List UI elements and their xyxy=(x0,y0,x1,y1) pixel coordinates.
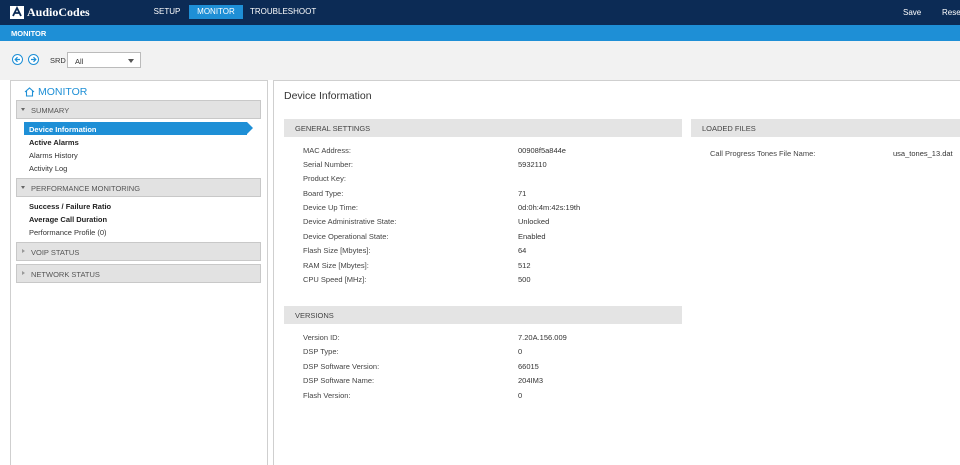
sidebar-item-alarms-history[interactable]: Alarms History xyxy=(29,151,78,160)
sidebar-group-voip-status[interactable]: VOIP STATUS xyxy=(16,242,261,261)
loaded-files-header: LOADED FILES xyxy=(691,119,960,137)
expanded-triangle-icon xyxy=(21,186,25,189)
field-value: 7.20A.156.009 xyxy=(518,333,567,342)
field-value: 512 xyxy=(518,261,531,270)
field-value: 0d:0h:4m:42s:19th xyxy=(518,203,581,212)
field-label: CPU Speed [MHz]: xyxy=(303,275,367,284)
arrow-right-icon xyxy=(31,56,37,63)
section-title: GENERAL SETTINGS xyxy=(295,124,371,133)
sidebar-group-summary[interactable]: SUMMARY xyxy=(16,100,261,119)
expanded-triangle-icon xyxy=(21,108,25,111)
field-label: Product Key: xyxy=(303,174,346,183)
sidebar-item-device-information[interactable]: Device Information xyxy=(24,122,253,135)
sidebar-item-success-failure-ratio[interactable]: Success / Failure Ratio xyxy=(29,202,111,211)
audiocodes-logo: AudioCodes xyxy=(10,5,90,20)
sidebar-item-activity-log[interactable]: Activity Log xyxy=(29,164,67,173)
collapsed-triangle-icon xyxy=(22,271,25,275)
tab-setup[interactable]: SETUP xyxy=(148,5,186,19)
brand-name: AudioCodes xyxy=(27,5,90,19)
srd-label: SRD xyxy=(50,56,66,65)
versions-header: VERSIONS xyxy=(284,306,682,324)
collapsed-triangle-icon xyxy=(22,249,25,253)
field-value: 500 xyxy=(518,275,531,284)
tab-troubleshoot[interactable]: TROUBLESHOOT xyxy=(250,5,316,19)
sidebar-item-performance-profile[interactable]: Performance Profile (0) xyxy=(29,228,107,237)
sidebar-group-label: NETWORK STATUS xyxy=(31,269,100,279)
save-button[interactable]: Save xyxy=(903,8,921,17)
field-value: usa_tones_13.dat xyxy=(893,149,953,158)
sidebar-item-average-call-duration[interactable]: Average Call Duration xyxy=(29,215,107,224)
field-value: Enabled xyxy=(518,232,546,241)
section-title: VERSIONS xyxy=(295,311,334,320)
page-title: Device Information xyxy=(284,90,372,102)
field-value: 5932110 xyxy=(518,160,547,169)
main-content-panel xyxy=(273,80,960,465)
field-label: Flash Version: xyxy=(303,391,351,400)
arrow-left-icon xyxy=(14,56,20,63)
subheader-bar: MONITOR xyxy=(0,25,960,41)
reset-button[interactable]: Reset xyxy=(942,8,960,17)
back-button[interactable] xyxy=(12,54,23,65)
sidebar-group-network-status[interactable]: NETWORK STATUS xyxy=(16,264,261,283)
sidebar-group-performance-monitoring[interactable]: PERFORMANCE MONITORING xyxy=(16,178,261,197)
field-value: 71 xyxy=(518,189,527,198)
field-value: 00908f5a844e xyxy=(518,146,566,155)
field-value: 0 xyxy=(518,391,523,400)
toolbar xyxy=(0,41,960,80)
tab-monitor[interactable]: MONITOR xyxy=(189,5,243,19)
sidebar-title[interactable]: MONITOR xyxy=(24,85,87,99)
sidebar-group-label: VOIP STATUS xyxy=(31,247,80,257)
sidebar-group-label: SUMMARY xyxy=(31,105,70,115)
home-icon xyxy=(24,87,35,97)
sidebar-group-label: PERFORMANCE MONITORING xyxy=(31,183,141,193)
field-label: RAM Size [Mbytes]: xyxy=(303,261,369,270)
field-label: Device Up Time: xyxy=(303,203,359,212)
field-label: Call Progress Tones File Name: xyxy=(710,149,816,158)
top-navigation-bar xyxy=(0,0,960,25)
field-value: Unlocked xyxy=(518,217,550,226)
field-value: 204IM3 xyxy=(518,376,544,385)
field-label: Device Administrative State: xyxy=(303,217,397,226)
field-label: Device Operational State: xyxy=(303,232,389,241)
audiocodes-logo-icon xyxy=(10,6,24,19)
sidebar-title-label: MONITOR xyxy=(38,86,88,98)
field-label: Flash Size [Mbytes]: xyxy=(303,246,371,255)
field-value: 64 xyxy=(518,246,527,255)
forward-button[interactable] xyxy=(28,54,39,65)
chevron-down-icon xyxy=(128,59,134,63)
field-value: 0 xyxy=(518,347,523,356)
sidebar-item-active-alarms[interactable]: Active Alarms xyxy=(29,138,79,147)
subheader-title: MONITOR xyxy=(11,29,47,38)
general-settings-header: GENERAL SETTINGS xyxy=(284,119,682,137)
srd-selected-value: All xyxy=(75,56,84,66)
field-label: Version ID: xyxy=(303,333,340,342)
field-label: Board Type: xyxy=(303,189,344,198)
field-label: MAC Address: xyxy=(303,146,351,155)
srd-dropdown[interactable]: All xyxy=(67,52,141,68)
field-label: DSP Software Version: xyxy=(303,362,380,371)
sidebar-item-label: Device Information xyxy=(29,124,97,134)
field-label: DSP Software Name: xyxy=(303,376,375,385)
field-value: 66015 xyxy=(518,362,539,371)
field-label: DSP Type: xyxy=(303,347,339,356)
section-title: LOADED FILES xyxy=(702,124,756,133)
field-label: Serial Number: xyxy=(303,160,354,169)
